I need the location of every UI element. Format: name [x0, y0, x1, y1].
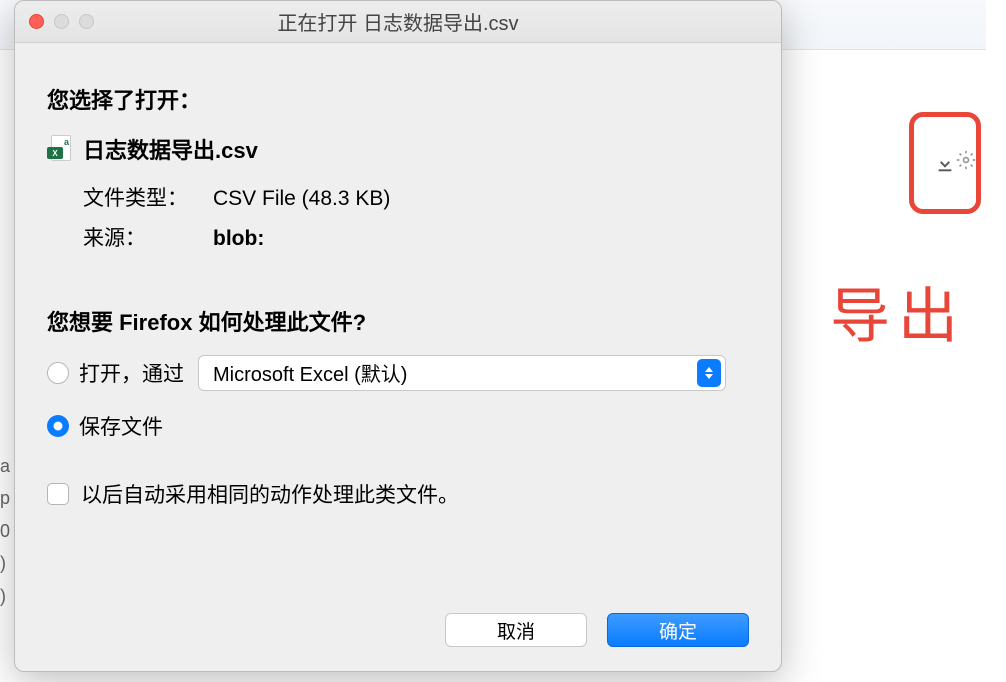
cancel-button[interactable]: 取消: [445, 613, 587, 647]
open-with-radio[interactable]: [47, 362, 69, 384]
select-arrows-icon: [697, 359, 721, 387]
close-window-button[interactable]: [29, 14, 44, 29]
open-with-selected-value: Microsoft Excel (默认): [213, 358, 697, 387]
action-heading: 您想要 Firefox 如何处理此文件?: [47, 305, 749, 337]
always-action-checkbox[interactable]: [47, 483, 69, 505]
save-file-row: 保存文件: [47, 411, 749, 441]
csv-file-icon: a: [47, 135, 71, 163]
always-action-row: 以后自动采用相同的动作处理此类文件。: [47, 479, 749, 509]
file-name: 日志数据导出.csv: [83, 133, 258, 165]
download-highlight-box: [909, 112, 981, 214]
save-file-label: 保存文件: [79, 411, 163, 441]
save-file-radio[interactable]: [47, 415, 69, 437]
source-value: blob:: [213, 219, 264, 259]
source-label: 来源：: [83, 219, 213, 259]
open-with-select[interactable]: Microsoft Excel (默认): [198, 355, 726, 391]
prompt-heading: 您选择了打开：: [47, 83, 749, 115]
dialog-footer: 取消 确定: [445, 613, 749, 647]
download-icon[interactable]: [934, 152, 956, 174]
maximize-window-button[interactable]: [79, 14, 94, 29]
file-type-label: 文件类型：: [83, 179, 213, 219]
file-row: a 日志数据导出.csv: [47, 133, 749, 165]
dialog-title: 正在打开 日志数据导出.csv: [277, 7, 518, 36]
open-with-row: 打开，通过 Microsoft Excel (默认): [47, 355, 749, 391]
minimize-window-button[interactable]: [54, 14, 69, 29]
download-dialog: 正在打开 日志数据导出.csv 您选择了打开： a 日志数据导出.csv 文件类…: [14, 0, 782, 672]
dialog-titlebar: 正在打开 日志数据导出.csv: [15, 1, 781, 43]
background-partial-text: a p 0 ) ): [0, 450, 10, 612]
always-action-label: 以后自动采用相同的动作处理此类文件。: [81, 479, 459, 509]
open-with-label: 打开，通过: [79, 358, 184, 388]
file-type-value: CSV File (48.3 KB): [213, 179, 390, 219]
confirm-button[interactable]: 确定: [607, 613, 749, 647]
window-controls: [29, 14, 94, 29]
export-annotation-label: 导出: [830, 268, 966, 355]
dialog-body: 您选择了打开： a 日志数据导出.csv 文件类型： CSV File (48.…: [15, 43, 781, 533]
file-meta: 文件类型： CSV File (48.3 KB) 来源： blob:: [83, 179, 749, 259]
